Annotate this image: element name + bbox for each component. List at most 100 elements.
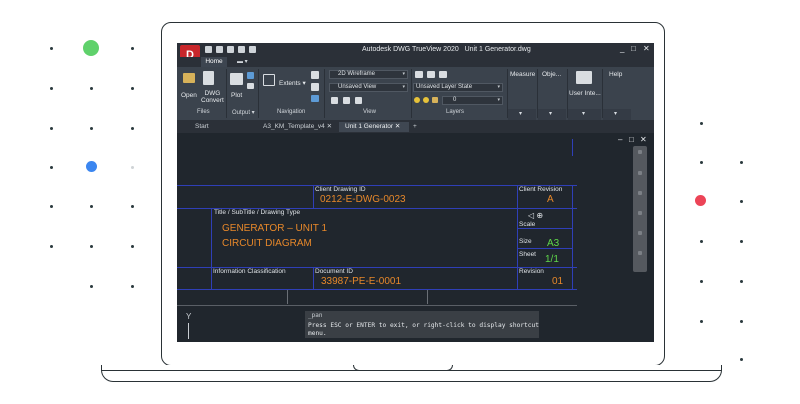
panel-divider (226, 69, 227, 118)
plot-icon[interactable] (249, 46, 256, 53)
nav-tool-icon[interactable] (638, 191, 642, 195)
panel-label-files: Files (197, 109, 210, 115)
scale-label: Scale (519, 221, 536, 228)
close-button[interactable]: ✕ (643, 44, 650, 53)
decor-dot (50, 127, 53, 130)
save-icon[interactable] (216, 46, 223, 53)
decor-dot (90, 285, 93, 288)
panel-divider (258, 69, 259, 118)
decor-dot (740, 320, 743, 323)
measure-button[interactable]: Measure (510, 71, 535, 78)
layer-state-dropdown[interactable]: Unsaved Layer State ▾ (413, 83, 503, 92)
view-cube-icon[interactable] (311, 95, 319, 102)
pan-icon[interactable] (311, 71, 319, 79)
viewport-maximize-button[interactable]: □ (629, 135, 634, 144)
sun-icon[interactable] (423, 97, 429, 103)
decor-dot (131, 87, 134, 90)
open-icon[interactable] (183, 73, 195, 83)
viewport-icon[interactable] (343, 97, 350, 104)
command-history-entry: _pan (308, 312, 323, 319)
decor-dot (740, 358, 743, 361)
close-icon[interactable]: ✕ (327, 123, 332, 130)
extents-button[interactable]: Extents ▾ (279, 79, 306, 87)
frame-line (427, 290, 428, 304)
decor-dot (131, 47, 134, 50)
decor-dot (90, 245, 93, 248)
layer-icon[interactable] (427, 71, 435, 78)
nav-tool-icon[interactable] (638, 251, 642, 255)
nav-tool-icon[interactable] (638, 171, 642, 175)
viewport-icon[interactable] (355, 97, 362, 104)
nav-tool-icon[interactable] (638, 211, 642, 215)
panel-label-output: Output ▾ (232, 110, 255, 116)
viewport-icon[interactable] (331, 97, 338, 104)
user-interface-icon[interactable] (576, 71, 592, 84)
viewport-minimize-button[interactable]: – (618, 135, 622, 144)
decor-dot (90, 127, 93, 130)
sheet-value: 1/1 (545, 254, 559, 265)
decor-dot (50, 47, 53, 50)
panel-label-navigation: Navigation (277, 109, 306, 115)
layer-icon[interactable] (439, 71, 447, 78)
orbit-icon[interactable] (311, 83, 319, 91)
named-view-dropdown[interactable]: Unsaved View ▾ (329, 83, 408, 92)
objects-panel-footer[interactable]: ▾ (538, 109, 566, 120)
doc-tab-unit1-generator[interactable]: Unit 1 Generator ✕ (339, 122, 409, 132)
add-tab-button[interactable]: + (410, 122, 424, 132)
plot-button[interactable]: Plot (231, 92, 242, 99)
nav-tool-icon[interactable] (638, 150, 642, 154)
revision-value: 01 (552, 276, 564, 287)
objects-button[interactable]: Obje... (542, 71, 561, 78)
close-icon[interactable]: ✕ (395, 123, 400, 130)
decor-dot (50, 205, 53, 208)
layer-properties-icon[interactable] (415, 71, 423, 78)
visual-style-dropdown[interactable]: 2D Wireframe ▾ (329, 70, 408, 79)
help-panel-footer[interactable]: ▾ (603, 109, 631, 120)
minimize-button[interactable]: _ (620, 44, 624, 53)
preview-icon[interactable] (247, 83, 254, 89)
lock-icon[interactable] (432, 97, 438, 103)
camera-icon[interactable]: ▬ ▾ (237, 58, 251, 65)
decor-dot (131, 127, 134, 130)
decor-dot (700, 320, 703, 323)
viewport-close-button[interactable]: ✕ (640, 135, 647, 144)
layer-dropdown[interactable]: 0 ▾ (442, 96, 503, 105)
title-block-line (313, 267, 314, 289)
doc-tab-start[interactable]: Start (189, 122, 247, 132)
batch-plot-icon[interactable] (247, 72, 254, 79)
dwg-convert-button[interactable]: DWG Convert (201, 90, 224, 104)
laptop-notch (353, 365, 453, 371)
decor-dot (700, 122, 703, 125)
help-button[interactable]: Help (609, 71, 622, 78)
open-folder-icon[interactable] (205, 46, 212, 53)
title-line-1: GENERATOR – UNIT 1 (222, 223, 328, 234)
navigation-bar[interactable] (633, 146, 647, 272)
decor-dot (90, 87, 93, 90)
open-button[interactable]: Open (181, 92, 197, 99)
extents-icon[interactable] (263, 74, 275, 86)
frame-line (177, 305, 577, 306)
dwg-convert-icon[interactable] (203, 71, 214, 85)
doc-tab-template[interactable]: A3_KM_Template_v4 ✕ (257, 122, 335, 132)
decor-dot (50, 87, 53, 90)
decor-dot-blue (86, 161, 97, 172)
decor-dot (50, 166, 53, 169)
search-icon[interactable] (238, 46, 245, 53)
client-revision-label: Client Revision (519, 186, 563, 193)
measure-panel-footer[interactable]: ▾ (508, 109, 536, 120)
user-interface-button[interactable]: User Inte... (569, 90, 601, 97)
plot-icon[interactable] (230, 73, 243, 85)
title-block-line (517, 248, 572, 249)
title-block-line (177, 289, 577, 290)
panel-divider (324, 69, 325, 118)
maximize-button[interactable]: □ (631, 44, 636, 53)
nav-tool-icon[interactable] (638, 231, 642, 235)
decor-dot (131, 245, 134, 248)
client-revision-value: A (547, 194, 554, 205)
tab-home[interactable]: Home (201, 57, 227, 67)
decor-dot (700, 240, 703, 243)
print-icon[interactable] (227, 46, 234, 53)
light-bulb-icon[interactable] (414, 97, 420, 103)
command-prompt-message: Press ESC or ENTER to exit, or right-cli… (308, 322, 539, 337)
user-interface-panel-footer[interactable]: ▾ (568, 109, 601, 120)
